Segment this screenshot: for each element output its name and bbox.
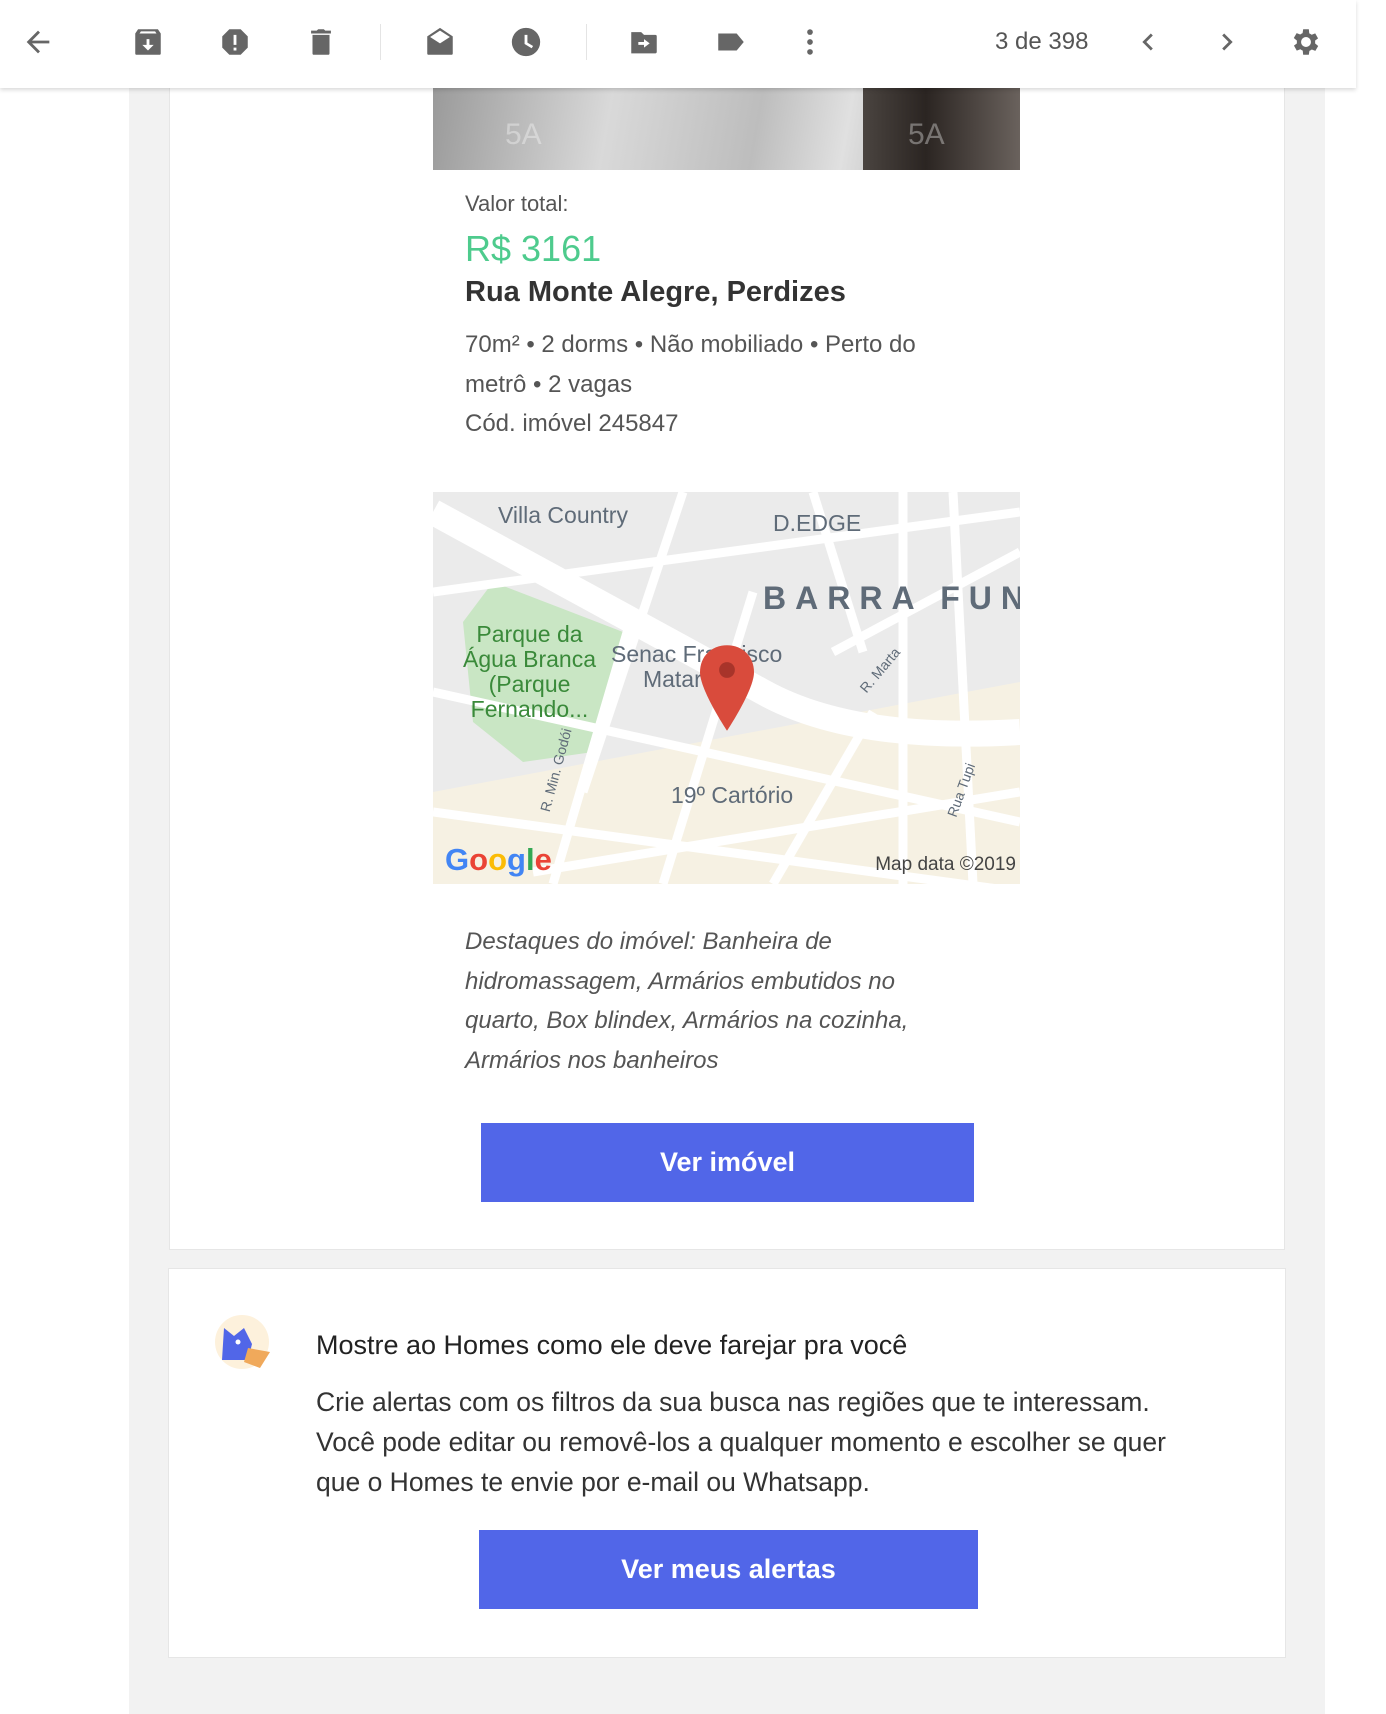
photo-watermark: 5A [908,118,945,151]
newer-button[interactable] [1128,22,1168,62]
listing-features: 70m² • 2 dorms • Não mobiliado • Perto d… [465,331,916,358]
listing-photo[interactable]: 5A 5A [433,88,1020,170]
google-logo: Google [445,842,552,877]
view-property-button[interactable]: Ver imóvel [481,1123,974,1202]
arrow-left-icon [26,30,50,54]
homes-dog-avatar-icon [215,1315,270,1369]
alerts-description: Crie alertas com os filtros da sua busca… [316,1387,1166,1497]
divider [380,24,381,60]
map-pin-icon [700,645,754,731]
price: R$ 3161 [465,228,602,269]
gear-icon [1293,29,1319,55]
map-label-dedge: D.EDGE [773,510,862,536]
map-label-parque: Parque da Água Branca (Parque Fernando... [463,621,596,722]
email-toolbar: 3 de 398 [0,0,1356,88]
map-label-villa-country: Villa Country [498,502,628,528]
delete-button[interactable] [301,22,341,62]
listing-code: Cód. imóvel 245847 [465,410,679,437]
message-count: 3 de 398 [995,28,1089,55]
photo-watermark: 5A [505,118,542,151]
map-label-barra-funda: BARRA FUN [763,580,1020,616]
folder-move-icon [631,32,657,54]
total-label: Valor total: [465,191,569,216]
more-vert-icon [807,29,813,55]
report-spam-button[interactable] [215,22,255,62]
listing-address: Rua Monte Alegre, Perdizes [465,276,846,308]
archive-icon [135,29,161,55]
back-button[interactable] [18,22,58,62]
clock-icon [511,27,541,57]
spam-icon [222,29,248,55]
more-button[interactable] [790,22,830,62]
listing-highlights: Destaques do imóvel: Banheira de hidromas… [465,928,909,1074]
divider [586,24,587,60]
label-icon [718,33,744,51]
view-alerts-button[interactable]: Ver meus alertas [479,1530,978,1609]
map-label-senac: Senac Francisco Matarazzo [611,641,783,692]
older-button[interactable] [1207,22,1247,62]
settings-button[interactable] [1286,22,1326,62]
trash-icon [311,29,331,55]
move-to-button[interactable] [624,22,664,62]
archive-button[interactable] [128,22,168,62]
chevron-right-icon [1222,33,1233,51]
location-map[interactable]: Villa Country D.EDGE BARRA FUN Parque da… [433,492,1020,884]
envelope-open-icon [427,27,453,55]
mark-unread-button[interactable] [420,22,460,62]
alerts-title: Mostre ao Homes como ele deve farejar pr… [316,1330,908,1360]
listing-features: metrô • 2 vagas [465,371,633,398]
map-label-cartorio: 19º Cartório [671,782,794,808]
chevron-left-icon [1142,33,1153,51]
snooze-button[interactable] [506,22,546,62]
map-attribution: Map data ©2019 [875,854,1016,875]
label-button[interactable] [711,22,751,62]
